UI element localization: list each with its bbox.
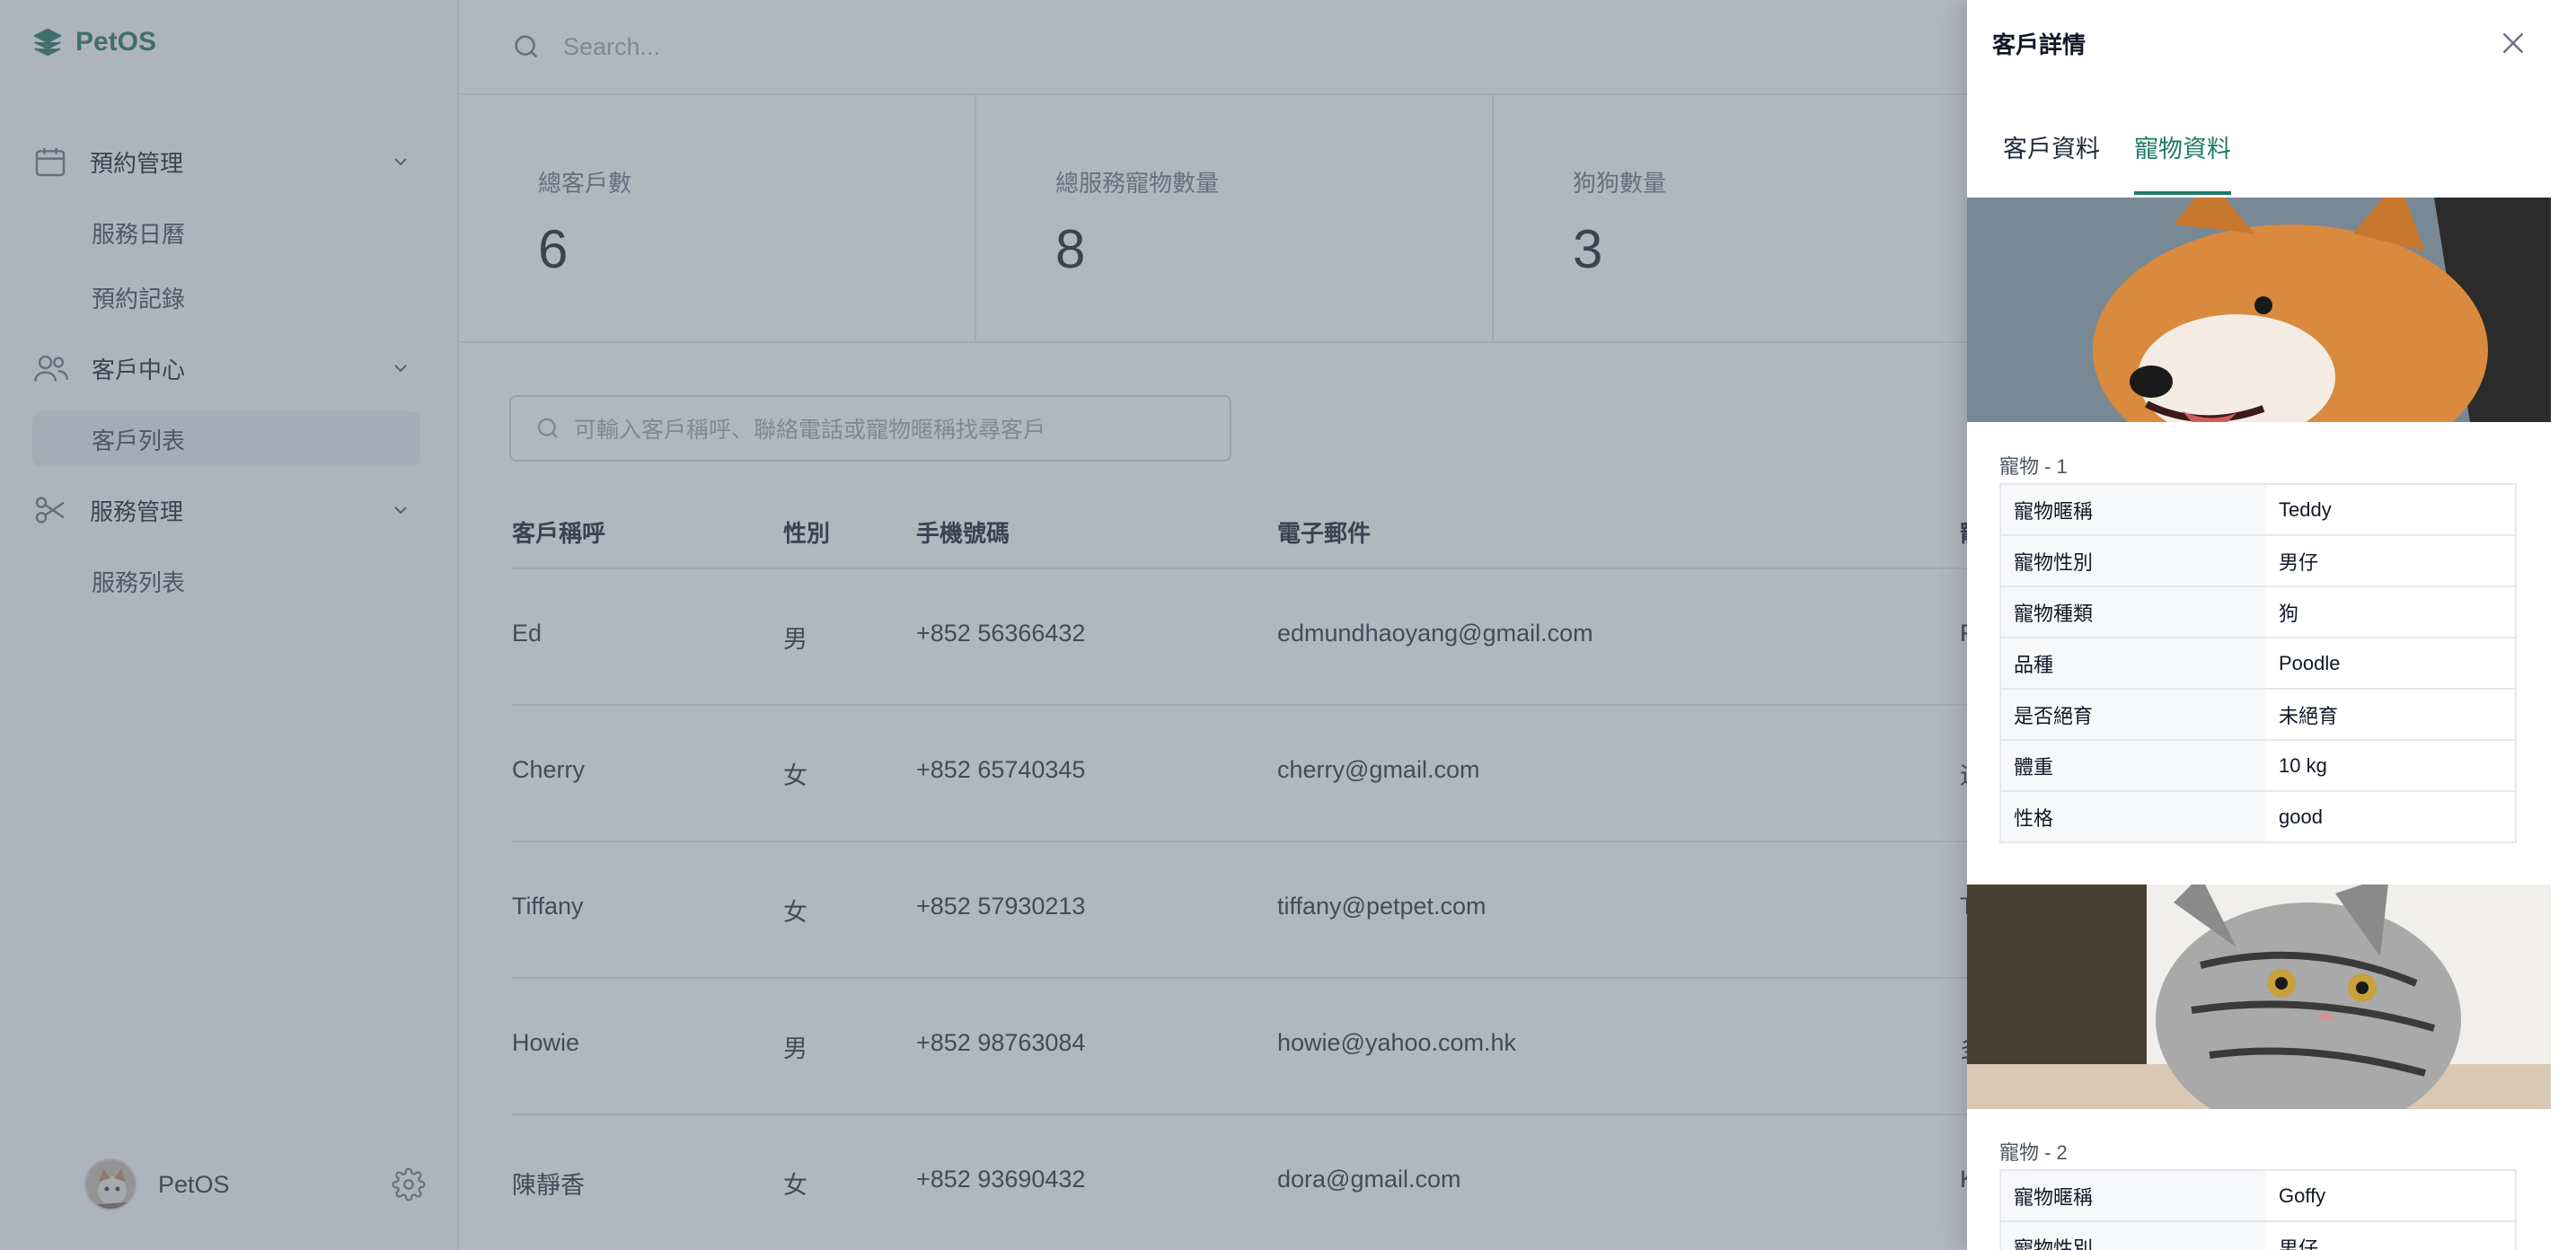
pet-detail-table: 寵物暱稱 Goffy 寵物性別 男仔 (1999, 1169, 2517, 1250)
pet-label: 寵物 - 2 (1999, 1141, 2068, 1164)
customer-detail-drawer: 客戶詳情 客戶資料 寵物資料 寵物 - 1 寵物暱稱 Teddy 寵物性別 男仔 寵… (1967, 0, 2576, 1250)
pet-field-row: 是否絕育 未絕育 (2000, 689, 2516, 740)
pet-field-value: good (2279, 805, 2323, 828)
pet-field-row: 性格 good (2000, 791, 2516, 842)
pet-detail-table: 寵物暱稱 Teddy 寵物性別 男仔 寵物種類狗 品種 Poodle 是否絕育 未絕育 … (1999, 483, 2517, 843)
pet-photo-dog (1967, 198, 2551, 422)
pet-field-value: Teddy (2279, 497, 2332, 521)
pet-field-key: 寵物暱稱 (2000, 484, 2266, 535)
pet-field-row: 寵物性別 男仔 (2000, 535, 2516, 586)
pet-field-value: 10 kg (2279, 753, 2327, 777)
pet-field-row: 寵物種類狗 (2000, 586, 2516, 638)
pet-field-value: 狗 (2279, 602, 2299, 625)
pet-field-key: 品種 (2000, 638, 2266, 689)
close-icon[interactable] (2497, 27, 2529, 59)
pet-field-key: 寵物種類 (2000, 586, 2266, 638)
tab-pet-info[interactable]: 寵物資料 (2134, 129, 2231, 195)
pet-field-row: 品種 Poodle (2000, 638, 2516, 689)
pet-photo-cat (1967, 885, 2551, 1109)
pet-field-value: Poodle (2279, 651, 2341, 674)
pet-field-row: 寵物暱稱 Goffy (2000, 1170, 2516, 1221)
pet-field-value: 男仔 (2279, 550, 2319, 574)
pet-field-value: Goffy (2279, 1184, 2326, 1207)
pet-field-key: 寵物暱稱 (2000, 1170, 2266, 1221)
pet-field-row: 寵物性別 男仔 (2000, 1221, 2516, 1250)
tab-customer-info[interactable]: 客戶資料 (2003, 129, 2100, 191)
pet-field-value: 男仔 (2279, 1237, 2319, 1250)
pet-field-value: 未絕育 (2279, 704, 2339, 727)
pet-field-key: 寵物性別 (2000, 1221, 2266, 1250)
pet-field-key: 寵物性別 (2000, 535, 2266, 586)
pet-field-key: 性格 (2000, 791, 2266, 842)
pet-field-row: 寵物暱稱 Teddy (2000, 484, 2516, 535)
pet-field-key: 體重 (2000, 740, 2266, 791)
pet-label: 寵物 - 1 (1999, 455, 2068, 478)
pet-field-key: 是否絕育 (2000, 689, 2266, 740)
pet-field-row: 體重 10 kg (2000, 740, 2516, 791)
drawer-title: 客戶詳情 (1992, 31, 2086, 58)
drawer-tabs: 客戶資料 寵物資料 (1967, 115, 2551, 199)
